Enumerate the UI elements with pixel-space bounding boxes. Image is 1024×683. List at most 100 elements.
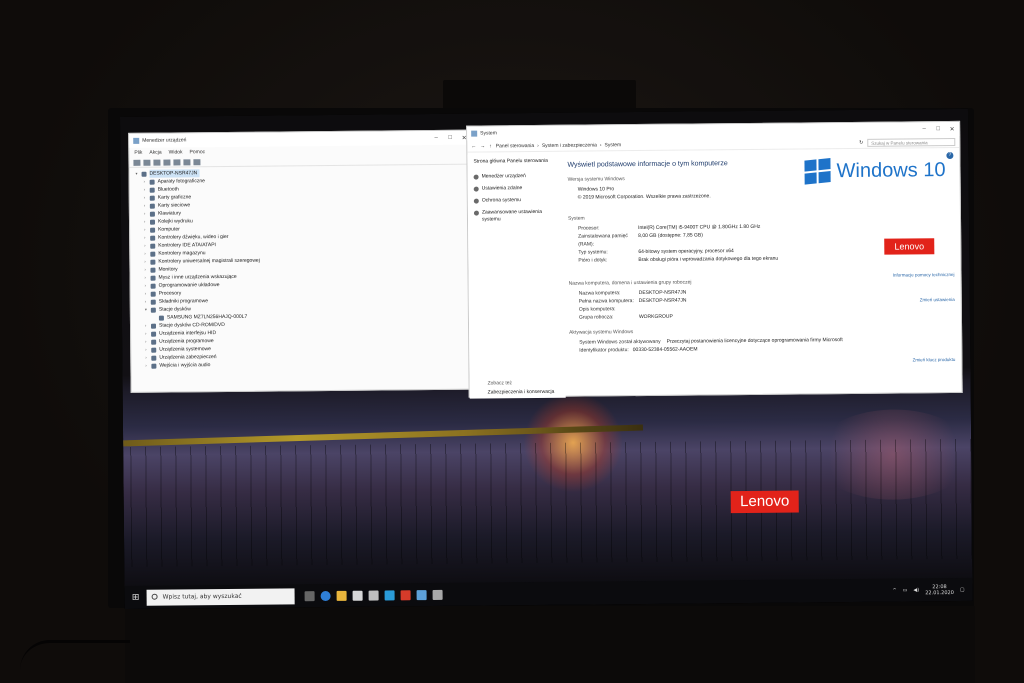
up-arrow-icon[interactable]: ↑ — [489, 143, 492, 149]
windows-flag-icon — [804, 158, 831, 185]
device-icon — [150, 291, 156, 297]
cable — [20, 640, 130, 670]
security-maintenance-link[interactable]: Zabezpieczenia i konserwacja — [488, 389, 555, 397]
window-title: System — [480, 130, 497, 137]
minimize-icon[interactable]: – — [429, 134, 443, 141]
maximize-icon[interactable]: □ — [443, 134, 457, 141]
clock[interactable]: 22:08 22.01.2020 — [925, 584, 954, 596]
device-manager-app-icon[interactable] — [432, 589, 443, 600]
taskbar-search-input[interactable]: Wpisz tutaj, aby wyszukać — [146, 587, 295, 606]
shield-icon — [473, 186, 479, 192]
device-icon — [149, 211, 155, 217]
tree-label: Bluetooth — [157, 186, 179, 193]
info-value: WORKGROUP — [638, 313, 673, 321]
device-icon — [150, 251, 156, 257]
device-manager-icon — [133, 137, 140, 144]
product-id-value: 00330-52384-05562-AAOEM — [632, 346, 698, 354]
oem-lenovo-logo: Lenovo — [884, 238, 935, 255]
name-section-title: Nazwa komputera, domena i ustawienia gru… — [568, 279, 692, 287]
menu-help[interactable]: Pomoc — [190, 149, 206, 155]
menu-file[interactable]: Plik — [134, 150, 142, 156]
clock-date: 22.01.2020 — [925, 589, 954, 596]
control-panel-home-link[interactable]: Strona główna Panelu sterowania — [473, 158, 557, 166]
device-icon — [151, 347, 157, 353]
product-id-label: Identyfikator produktu: — [579, 347, 629, 354]
tree-label: Procesory — [158, 290, 182, 297]
device-icon — [151, 331, 157, 337]
network-icon[interactable]: ▭ — [903, 587, 908, 593]
system-protection-link[interactable]: Ochrona systemu — [473, 197, 558, 205]
properties-icon[interactable] — [153, 159, 161, 166]
system-tray: ^ ▭ ◀) 22:08 22.01.2020 ▢ — [892, 583, 972, 596]
system-app-icon[interactable] — [416, 589, 427, 600]
computer-icon — [141, 171, 147, 177]
search-input[interactable]: Szukaj w Panelu sterowania — [867, 137, 956, 147]
tree-label: Kolejki wydruku — [157, 218, 193, 225]
tree-label: Komputer — [158, 226, 180, 233]
remote-settings-link[interactable]: Ustawienia zdalne — [473, 185, 558, 193]
change-product-key-link[interactable]: Zmień klucz produktu — [913, 357, 956, 362]
monitor-screen: Lenovo Menedżer urządzeń – □ ✕ Plik Akcj… — [120, 108, 973, 609]
device-icon — [150, 275, 156, 281]
breadcrumb: Panel sterowania › System i zabezpieczen… — [495, 141, 622, 149]
device-icon — [150, 299, 156, 305]
tree-label: Składniki programowe — [158, 298, 209, 305]
device-manager-window[interactable]: Menedżer urządzeń – □ ✕ Plik Akcja Widok… — [128, 129, 475, 393]
lenovo-vantage-icon[interactable] — [384, 589, 395, 600]
device-icon — [150, 307, 156, 313]
notification-icon[interactable]: ▢ — [960, 586, 965, 592]
forward-icon[interactable] — [143, 159, 151, 166]
advanced-settings-link[interactable]: Zaawansowane ustawienia systemu — [473, 209, 558, 224]
taskbar-apps — [304, 589, 443, 601]
info-key: Pióro i dotyk: — [578, 257, 608, 264]
scan-icon[interactable] — [183, 158, 191, 165]
menu-action[interactable]: Akcja — [149, 150, 161, 156]
device-icon — [151, 355, 157, 361]
back-arrow-icon[interactable]: ← — [471, 143, 476, 149]
breadcrumb-security[interactable]: System i zabezpieczenia — [542, 142, 597, 149]
device-icon — [151, 363, 157, 369]
store-icon[interactable] — [352, 590, 363, 601]
device-manager-link[interactable]: Menedżer urządzeń — [473, 173, 558, 181]
maximize-icon[interactable]: □ — [931, 126, 945, 133]
breadcrumb-control-panel[interactable]: Panel sterowania — [496, 143, 534, 149]
help-icon[interactable] — [173, 158, 181, 165]
close-icon[interactable]: ✕ — [945, 125, 959, 132]
minimize-icon[interactable]: – — [917, 126, 931, 133]
shield-icon — [473, 210, 479, 216]
info-key: Zainstalowana pamięć (RAM): — [578, 233, 628, 248]
forward-arrow-icon[interactable]: → — [480, 143, 485, 149]
support-info-link[interactable]: Informacje pomocy technicznej — [893, 272, 955, 278]
tree-label: Kontrolery IDE ATA/ATAPI — [158, 242, 216, 249]
monitor-icon[interactable] — [193, 158, 201, 165]
chevron-up-icon[interactable]: ^ — [892, 587, 896, 593]
breadcrumb-system[interactable]: System — [604, 142, 621, 148]
tree-label: Kontrolery uniwersalnej magistrali szere… — [158, 257, 260, 265]
change-settings-link[interactable]: Zmień ustawienia — [920, 297, 955, 302]
volume-icon[interactable]: ◀) — [913, 587, 919, 593]
device-icon — [149, 203, 155, 209]
info-key: Grupa robocza: — [578, 314, 614, 321]
device-icon — [149, 219, 156, 225]
windows10-logo-text: Windows 10 — [836, 158, 946, 182]
file-explorer-icon[interactable] — [336, 590, 347, 601]
see-also-label: Zobacz też — [487, 380, 513, 387]
edge-icon[interactable] — [320, 590, 331, 601]
device-icon — [150, 259, 156, 265]
window-title: Menedżer urządzeń — [142, 137, 187, 144]
task-view-icon[interactable] — [304, 590, 315, 601]
reeds — [123, 438, 973, 567]
menu-view[interactable]: Widok — [169, 149, 183, 155]
system-window[interactable]: System – □ ✕ ← → ↑ Panel sterowania › Sy… — [466, 120, 963, 399]
back-icon[interactable] — [133, 159, 141, 166]
tree-label: Oprogramowanie układowe — [158, 282, 220, 289]
shield-icon — [473, 174, 479, 180]
mail-icon[interactable] — [368, 590, 379, 601]
system-icon — [471, 130, 478, 137]
device-icon — [158, 315, 164, 321]
refresh-icon[interactable] — [163, 159, 171, 166]
start-button[interactable]: ⊞ — [125, 592, 147, 602]
mcafee-icon[interactable] — [400, 589, 411, 600]
refresh-icon[interactable]: ↻ — [859, 139, 863, 145]
device-tree: ▾ DESKTOP-NSR47JN › Aparaty fotograficzne… — [129, 165, 473, 372]
